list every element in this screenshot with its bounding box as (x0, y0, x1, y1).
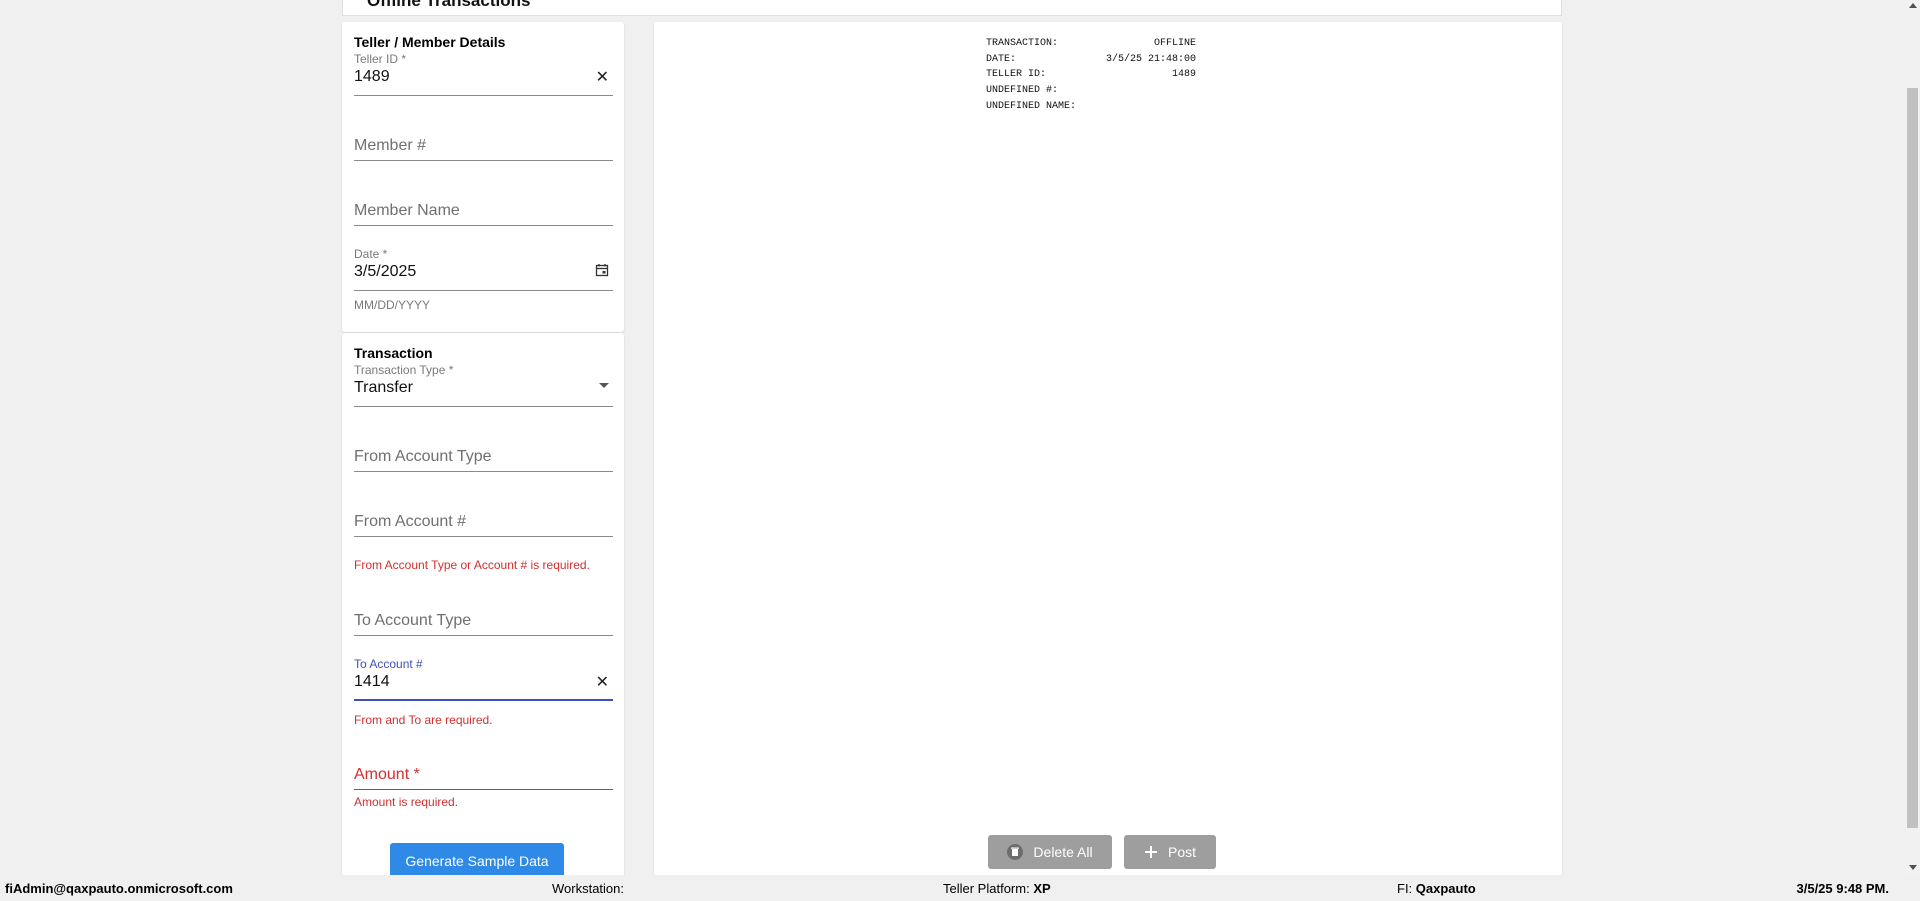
to-account-type-placeholder: To Account Type (354, 612, 472, 629)
to-account-type-field[interactable]: To Account Type (354, 610, 613, 636)
scroll-up-arrow-icon[interactable] (1909, 3, 1917, 8)
amount-underline (354, 789, 613, 790)
receipt-label: DATE: (986, 53, 1017, 65)
receipt-label: UNDEFINED #: (986, 85, 1059, 97)
transaction-card: Transaction Transaction Type * Transfer … (342, 333, 624, 899)
generate-sample-data-button[interactable]: Generate Sample Data (390, 843, 564, 879)
teller-id-underline (354, 95, 613, 96)
member-number-field[interactable]: Member # (354, 135, 613, 161)
fi-label: FI: (1397, 881, 1413, 896)
transaction-type-value[interactable]: Transfer (354, 377, 613, 399)
post-button[interactable]: Post (1124, 835, 1216, 869)
receipt-row: UNDEFINED NAME: (986, 99, 1196, 115)
from-account-number-underline (354, 536, 613, 537)
transaction-type-underline (354, 406, 613, 407)
to-account-number-field[interactable]: To Account # 1414 ✕ (354, 657, 613, 701)
calendar-icon[interactable] (595, 263, 609, 282)
member-section-title: Teller / Member Details (354, 34, 506, 50)
receipt-label: TRANSACTION: (986, 38, 1059, 49)
status-bar: fiAdmin@qaxpauto.onmicrosoft.com Worksta… (0, 875, 1920, 901)
receipt-label: TELLER ID: (986, 69, 1047, 81)
fi-value: Qaxpauto (1415, 881, 1476, 896)
member-name-field[interactable]: Member Name (354, 200, 613, 226)
vertical-scrollbar[interactable] (1905, 0, 1920, 875)
scroll-down-arrow-icon[interactable] (1909, 865, 1917, 870)
to-account-number-value[interactable]: 1414 (354, 671, 613, 693)
transaction-section-title: Transaction (354, 345, 433, 361)
clear-icon[interactable]: ✕ (596, 672, 609, 692)
amount-error: Amount is required. (354, 795, 459, 809)
status-platform: Teller Platform: XP (943, 881, 1051, 896)
receipt-row: UNDEFINED #: (986, 83, 1196, 99)
trash-icon (1007, 844, 1024, 860)
date-field[interactable]: Date * 3/5/2025 (354, 247, 613, 291)
member-name-underline (354, 225, 613, 226)
from-account-type-placeholder: From Account Type (354, 448, 492, 465)
status-datetime: 3/5/25 9:48 PM. (1796, 881, 1890, 896)
member-number-underline (354, 160, 613, 161)
date-label: Date * (354, 247, 388, 261)
receipt-row: DATE: 3/5/25 21:48:00 (986, 52, 1196, 68)
receipt-value: 3/5/25 21:48:00 (1105, 53, 1196, 65)
to-account-type-underline (354, 635, 613, 636)
receipt: TRANSACTION: OFFLINE DATE: 3/5/25 21:48:… (986, 36, 1196, 114)
transaction-type-select[interactable]: Transaction Type * Transfer (354, 363, 613, 407)
status-fi: FI: Qaxpauto (1397, 881, 1476, 896)
status-workstation: Workstation: (552, 881, 624, 896)
to-account-number-label: To Account # (354, 657, 423, 671)
from-account-type-underline (354, 471, 613, 472)
amount-placeholder: Amount * (354, 766, 420, 783)
receipt-row: TELLER ID: 1489 (986, 67, 1196, 83)
receipt-preview-card: TRANSACTION: OFFLINE DATE: 3/5/25 21:48:… (654, 22, 1562, 878)
clear-icon[interactable]: ✕ (596, 67, 609, 87)
date-helper-text: MM/DD/YYYY (354, 298, 431, 312)
plus-icon (1144, 846, 1157, 858)
scrollbar-thumb[interactable] (1907, 88, 1918, 828)
member-number-placeholder: Member # (354, 137, 427, 154)
teller-id-label: Teller ID * (354, 52, 407, 66)
to-account-number-underline (354, 699, 613, 701)
teller-id-field[interactable]: Teller ID * 1489 ✕ (354, 52, 613, 96)
from-account-number-placeholder: From Account # (354, 513, 467, 530)
teller-id-value[interactable]: 1489 (354, 66, 613, 88)
receipt-label: UNDEFINED NAME: (986, 100, 1077, 112)
form-column: Teller / Member Details Teller ID * 1489… (342, 22, 624, 899)
member-name-placeholder: Member Name (354, 202, 460, 219)
page-title: Offline Transactions (367, 0, 531, 10)
date-value[interactable]: 3/5/2025 (354, 261, 613, 283)
platform-label: Teller Platform: (943, 881, 1030, 896)
from-account-number-field[interactable]: From Account # (354, 511, 613, 537)
amount-field[interactable]: Amount * (354, 764, 613, 790)
transaction-type-label: Transaction Type * (354, 363, 454, 377)
receipt-value: OFFLINE (1153, 38, 1196, 49)
receipt-row: TRANSACTION: OFFLINE (986, 36, 1196, 52)
delete-all-label: Delete All (1033, 844, 1093, 860)
to-account-error: From and To are required. (354, 713, 493, 727)
from-account-error: From Account Type or Account # is requir… (354, 558, 590, 572)
dropdown-arrow-icon[interactable] (599, 383, 609, 388)
page-header: Offline Transactions (342, 0, 1562, 16)
workstation-label: Workstation: (552, 881, 625, 896)
platform-value: XP (1033, 881, 1051, 896)
date-underline (354, 290, 613, 291)
receipt-value: 1489 (1171, 69, 1196, 81)
member-details-card: Teller / Member Details Teller ID * 1489… (342, 22, 624, 332)
delete-all-button[interactable]: Delete All (988, 835, 1112, 869)
post-label: Post (1167, 844, 1196, 860)
from-account-type-field[interactable]: From Account Type (354, 446, 613, 472)
status-user: fiAdmin@qaxpauto.onmicrosoft.com (5, 881, 233, 896)
